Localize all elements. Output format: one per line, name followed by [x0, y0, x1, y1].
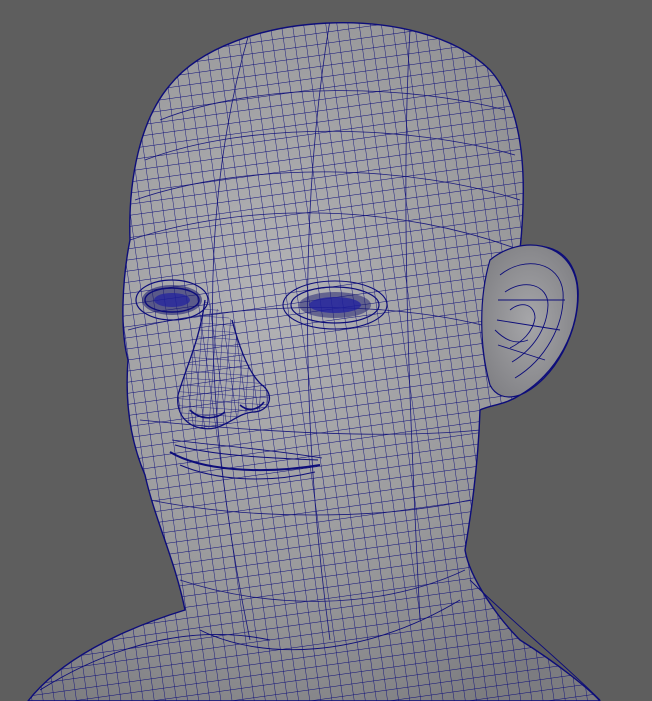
3d-viewport[interactable] [0, 0, 652, 701]
left-eye-mesh[interactable] [135, 279, 209, 321]
viewport-canvas[interactable] [0, 0, 652, 701]
